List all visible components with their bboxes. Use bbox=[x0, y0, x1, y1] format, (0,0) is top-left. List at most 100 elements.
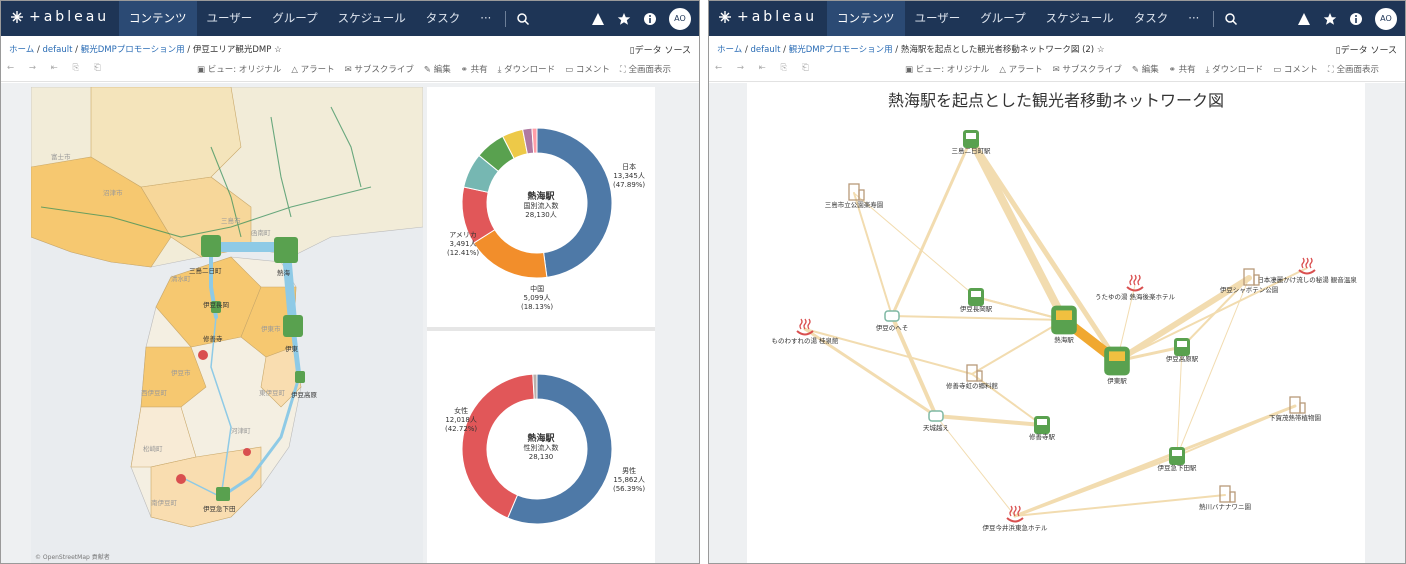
hot-spring-icon[interactable] bbox=[1298, 257, 1316, 275]
train-station-icon[interactable] bbox=[1034, 416, 1050, 434]
network-edge[interactable] bbox=[891, 315, 1065, 321]
network-node-label: 伊豆高原駅 bbox=[1166, 354, 1199, 363]
nav-groups[interactable]: グループ bbox=[970, 1, 1035, 36]
nav-groups[interactable]: グループ bbox=[262, 1, 327, 36]
map-place: 伊東市 bbox=[261, 325, 281, 333]
train-station-icon[interactable] bbox=[1051, 305, 1077, 335]
logo-text: +ableau bbox=[29, 9, 110, 25]
izu-map[interactable]: 三島二日町 熱海 伊豆長岡 修善寺 伊東 伊豆高原 伊豆急下田 富士市 沼津市 … bbox=[31, 87, 423, 563]
view-toolbar: ← → ⇤ ⎘ ⎗ ▣ ビュー: オリジナル △ アラート ✉ サブスクライブ … bbox=[709, 59, 1405, 82]
comment-icon: ▭ bbox=[1273, 65, 1284, 75]
user-avatar[interactable]: AO bbox=[1375, 8, 1397, 30]
nav-more[interactable]: ··· bbox=[470, 1, 501, 36]
data-source-link[interactable]: ▯データ ソース bbox=[630, 43, 691, 56]
slice-label-female: 女性 12,018人 (42.72%) bbox=[445, 407, 477, 434]
bus-icon[interactable] bbox=[884, 310, 900, 322]
favorite-star-icon[interactable]: ☆ bbox=[274, 45, 282, 55]
map-attribution[interactable]: © OpenStreetMap 貢献者 bbox=[35, 552, 110, 561]
network-node-label: 日本凄麗かけ流しの秘湯 観音温泉 bbox=[1257, 275, 1357, 284]
download-label: ダウンロード bbox=[1212, 65, 1264, 75]
nav-more[interactable]: ··· bbox=[1178, 1, 1209, 36]
search-icon[interactable] bbox=[1224, 12, 1238, 26]
comment-button[interactable]: ▭ コメント bbox=[565, 63, 610, 75]
building-icon[interactable] bbox=[1219, 485, 1236, 503]
nav-schedules[interactable]: スケジュール bbox=[1036, 1, 1124, 36]
user-avatar[interactable]: AO bbox=[669, 8, 691, 30]
network-edge[interactable] bbox=[853, 192, 893, 317]
donut-slice[interactable] bbox=[472, 229, 548, 279]
fullscreen-button[interactable]: ⛶ 全画面表示 bbox=[1328, 63, 1379, 75]
network-node-label: ものわすれの湯 桂泉館 bbox=[771, 336, 839, 345]
undo-redo-controls[interactable]: ← → ⇤ ⎘ ⎗ bbox=[7, 63, 107, 73]
breadcrumb-site[interactable]: default bbox=[751, 45, 781, 55]
map-label: 熱海 bbox=[277, 269, 290, 277]
tableau-logo[interactable]: +ableau bbox=[9, 9, 109, 25]
breadcrumb-site[interactable]: default bbox=[43, 45, 73, 55]
train-station-icon[interactable] bbox=[1169, 447, 1185, 465]
nav-users[interactable]: ユーザー bbox=[197, 1, 263, 36]
fullscreen-button[interactable]: ⛶ 全画面表示 bbox=[620, 63, 671, 75]
bus-icon[interactable] bbox=[928, 410, 944, 422]
breadcrumb-project[interactable]: 観光DMPプロモーション用 bbox=[81, 45, 185, 55]
subscribe-button[interactable]: ✉ サブスクライブ bbox=[1053, 63, 1122, 75]
nav-tasks[interactable]: タスク bbox=[1124, 1, 1179, 36]
network-edge[interactable] bbox=[934, 414, 1044, 427]
breadcrumb-home[interactable]: ホーム bbox=[9, 45, 34, 55]
network-edge[interactable] bbox=[971, 319, 1065, 375]
subscribe-button[interactable]: ✉ サブスクライブ bbox=[345, 63, 414, 75]
network-edge[interactable] bbox=[967, 135, 1068, 324]
network-graph[interactable]: 三島二日町駅三島市立公園楽寿園伊豆長岡駅伊豆のへそものわすれの湯 桂泉館 熱海駅伊… bbox=[747, 83, 1365, 564]
tableau-logo[interactable]: +ableau bbox=[717, 9, 817, 25]
search-icon[interactable] bbox=[516, 12, 530, 26]
favorites-star-icon[interactable] bbox=[617, 12, 631, 26]
donut2-center-title: 熱海駅 bbox=[527, 434, 555, 444]
network-edge[interactable] bbox=[890, 137, 973, 318]
alert-button[interactable]: △ アラート bbox=[999, 63, 1042, 75]
slice-label-male: 男性 15,862人 (56.39%) bbox=[613, 467, 645, 494]
share-button[interactable]: ⚭ 共有 bbox=[461, 63, 488, 75]
building-icon[interactable] bbox=[1289, 396, 1306, 414]
breadcrumb-home[interactable]: ホーム bbox=[717, 45, 742, 55]
hot-spring-icon[interactable] bbox=[1126, 274, 1144, 292]
comment-button[interactable]: ▭ コメント bbox=[1273, 63, 1318, 75]
network-edge[interactable] bbox=[804, 328, 973, 375]
subscribe-icon: ✉ bbox=[1052, 65, 1063, 75]
download-label: ダウンロード bbox=[504, 65, 556, 75]
building-icon[interactable] bbox=[848, 183, 865, 201]
network-node-label: 三島二日町駅 bbox=[952, 146, 992, 155]
nav-content[interactable]: コンテンツ bbox=[119, 1, 197, 36]
undo-redo-controls[interactable]: ← → ⇤ ⎘ ⎗ bbox=[715, 63, 815, 73]
network-edge[interactable] bbox=[1176, 346, 1183, 457]
edit-button[interactable]: ✎ 編集 bbox=[1132, 63, 1159, 75]
train-station-icon[interactable] bbox=[1104, 346, 1130, 376]
alert-icon[interactable] bbox=[1297, 12, 1311, 26]
info-icon[interactable] bbox=[643, 12, 657, 26]
download-button[interactable]: ⤓ ダウンロード bbox=[498, 63, 555, 75]
train-station-icon[interactable] bbox=[963, 130, 979, 148]
share-button[interactable]: ⚭ 共有 bbox=[1169, 63, 1196, 75]
nav-users[interactable]: ユーザー bbox=[905, 1, 971, 36]
alert-button[interactable]: △ アラート bbox=[291, 63, 334, 75]
map-place: 富士市 bbox=[51, 153, 71, 161]
nav-schedules[interactable]: スケジュール bbox=[328, 1, 416, 36]
network-edge[interactable] bbox=[968, 136, 1120, 364]
train-station-icon[interactable] bbox=[968, 288, 984, 306]
edit-button[interactable]: ✎ 編集 bbox=[424, 63, 451, 75]
nav-tasks[interactable]: タスク bbox=[416, 1, 471, 36]
train-station-icon[interactable] bbox=[1174, 338, 1190, 356]
info-icon[interactable] bbox=[1349, 12, 1363, 26]
favorite-star-icon[interactable]: ☆ bbox=[1097, 45, 1105, 55]
nav-content[interactable]: コンテンツ bbox=[827, 1, 905, 36]
share-label: 共有 bbox=[470, 65, 488, 75]
data-source-link[interactable]: ▯データ ソース bbox=[1336, 43, 1397, 56]
slice-pct: (12.41%) bbox=[447, 249, 480, 257]
donut1-center-sub: 国別流入数 bbox=[523, 202, 559, 210]
network-edge[interactable] bbox=[1013, 404, 1297, 518]
hot-spring-icon[interactable] bbox=[796, 318, 814, 336]
breadcrumb-project[interactable]: 観光DMPプロモーション用 bbox=[789, 45, 893, 55]
view-original-button[interactable]: ▣ ビュー: オリジナル bbox=[905, 63, 989, 75]
view-original-button[interactable]: ▣ ビュー: オリジナル bbox=[197, 63, 281, 75]
favorites-star-icon[interactable] bbox=[1323, 12, 1337, 26]
alert-icon[interactable] bbox=[591, 12, 605, 26]
download-button[interactable]: ⤓ ダウンロード bbox=[1206, 63, 1263, 75]
